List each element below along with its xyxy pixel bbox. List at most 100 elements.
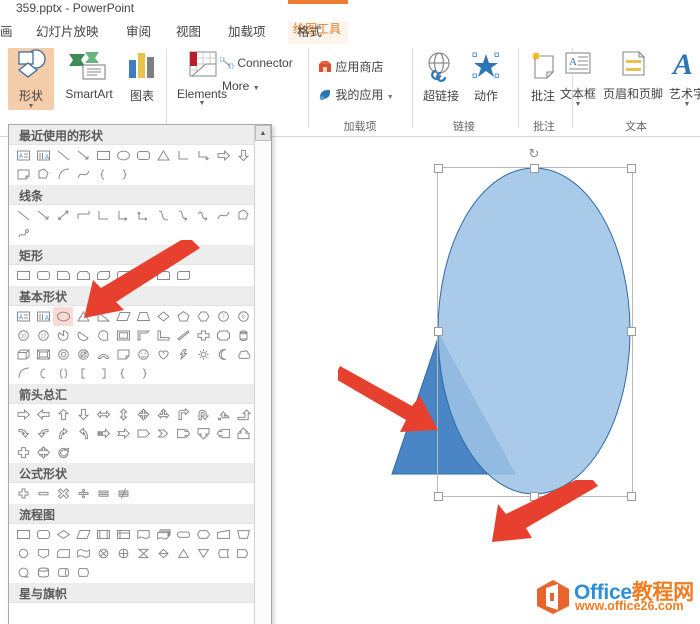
- scrollbar-track[interactable]: [255, 141, 271, 624]
- flowchart-sort-shape[interactable]: [153, 544, 173, 563]
- left-up-arrow-shape[interactable]: [213, 405, 233, 424]
- bevel-shape[interactable]: [33, 345, 53, 364]
- triangle-shape[interactable]: [153, 146, 173, 165]
- arc-shape[interactable]: [13, 364, 33, 383]
- textbox-shape[interactable]: A: [13, 307, 33, 326]
- shapes-button[interactable]: 形状 ▼: [8, 48, 54, 110]
- connector-shape[interactable]: [73, 206, 93, 225]
- flowchart-terminator-shape[interactable]: [173, 525, 193, 544]
- flowchart-punched-tape-shape[interactable]: [73, 544, 93, 563]
- cross-arrow-shape[interactable]: [13, 443, 33, 462]
- line-shape[interactable]: [13, 206, 33, 225]
- right-brace-shape[interactable]: [133, 364, 153, 383]
- quad-arrow-shape[interactable]: [133, 405, 153, 424]
- elbow-arrow-connector-shape[interactable]: [193, 146, 213, 165]
- up-arrow-shape[interactable]: [53, 405, 73, 424]
- flowchart-summing-junction-shape[interactable]: [93, 544, 113, 563]
- line-arrow-shape[interactable]: [73, 146, 93, 165]
- left-brace-shape[interactable]: [113, 364, 133, 383]
- curved-left-arrow-shape[interactable]: [33, 424, 53, 443]
- left-arrow-callout-shape[interactable]: [213, 424, 233, 443]
- chevron-down-icon[interactable]: ▼: [172, 100, 232, 107]
- line-double-arrow-shape[interactable]: [53, 206, 73, 225]
- vertical-textbox-shape[interactable]: A: [33, 146, 53, 165]
- plus-shape[interactable]: [13, 484, 33, 503]
- scroll-up-arrow-icon[interactable]: ▲: [255, 125, 271, 141]
- store-item[interactable]: 应用商店: [318, 58, 383, 75]
- scribble-shape[interactable]: [13, 225, 33, 244]
- tab-format[interactable]: 格式: [297, 21, 322, 40]
- myapps-item[interactable]: 我的应用 ▼: [318, 86, 394, 103]
- flowchart-manual-input-shape[interactable]: [213, 525, 233, 544]
- flowchart-document-shape[interactable]: [133, 525, 153, 544]
- u-turn-arrow-shape[interactable]: [193, 405, 213, 424]
- oval-shape[interactable]: [113, 146, 133, 165]
- multiply-shape[interactable]: [53, 484, 73, 503]
- lightning-bolt-shape[interactable]: [173, 345, 193, 364]
- flowchart-magnetic-disk-shape[interactable]: [33, 563, 53, 582]
- down-arrow-callout-shape[interactable]: [193, 424, 213, 443]
- smartart-button[interactable]: SmartArt: [58, 48, 120, 101]
- left-bracket2-shape[interactable]: [73, 364, 93, 383]
- division-shape[interactable]: [73, 484, 93, 503]
- chevron-down-icon[interactable]: ▼: [253, 85, 260, 92]
- flowchart-extract-shape[interactable]: [173, 544, 193, 563]
- elbow-arrow-shape[interactable]: [113, 206, 133, 225]
- striped-right-arrow-shape[interactable]: [93, 424, 113, 443]
- chevron-down-icon[interactable]: ▼: [8, 103, 54, 110]
- curved-right-arrow-shape[interactable]: [13, 424, 33, 443]
- freeform-shape[interactable]: [33, 165, 53, 184]
- selection-handle-top-center[interactable]: [530, 164, 539, 173]
- folded-corner-shape[interactable]: [13, 165, 33, 184]
- flowchart-card-shape[interactable]: [53, 544, 73, 563]
- flowchart-offpage-connector-shape[interactable]: [33, 544, 53, 563]
- right-arrow-shape[interactable]: [213, 146, 233, 165]
- cloud-shape[interactable]: [233, 345, 253, 364]
- curved-up-arrow-shape[interactable]: [53, 424, 73, 443]
- can-shape[interactable]: [233, 326, 253, 345]
- flowchart-delay-shape[interactable]: [233, 544, 253, 563]
- flowchart-sequential-access-shape[interactable]: [13, 563, 33, 582]
- left-brace-shape[interactable]: [93, 165, 113, 184]
- arc-shape[interactable]: [53, 165, 73, 184]
- down-arrow-shape[interactable]: [73, 405, 93, 424]
- minus-shape[interactable]: [33, 484, 53, 503]
- freeform-shape[interactable]: [233, 206, 253, 225]
- donut-shape[interactable]: [53, 345, 73, 364]
- chevron-down-icon[interactable]: ▼: [387, 94, 394, 101]
- flowchart-decision-shape[interactable]: [53, 525, 73, 544]
- right-bracket-shape[interactable]: [93, 364, 113, 383]
- textbox-button[interactable]: A 文本框 ▼: [556, 48, 600, 108]
- plaque-shape[interactable]: [213, 326, 233, 345]
- line-arrow-shape[interactable]: [33, 206, 53, 225]
- heptagon-shape[interactable]: 7: [213, 307, 233, 326]
- flowchart-preparation-shape[interactable]: [193, 525, 213, 544]
- flowchart-merge-shape[interactable]: [193, 544, 213, 563]
- curved-double-arrow-shape[interactable]: [193, 206, 213, 225]
- elbow-connector-shape[interactable]: [93, 206, 113, 225]
- flowchart-alternate-process-shape[interactable]: [33, 525, 53, 544]
- chart-button[interactable]: 图表: [122, 48, 162, 104]
- flowchart-multidocument-shape[interactable]: [153, 525, 173, 544]
- smiley-face-shape[interactable]: [133, 345, 153, 364]
- up-down-arrow-shape[interactable]: [113, 405, 133, 424]
- pentagon-arrow-shape[interactable]: [133, 424, 153, 443]
- curve-shape[interactable]: [73, 165, 93, 184]
- flowchart-data-shape[interactable]: [73, 525, 93, 544]
- rotate-handle[interactable]: ↻: [527, 147, 541, 161]
- flowchart-connector-shape[interactable]: [13, 544, 33, 563]
- curve-shape[interactable]: [213, 206, 233, 225]
- left-right-up-arrow-shape[interactable]: [153, 405, 173, 424]
- up-arrow-callout-shape[interactable]: [233, 424, 253, 443]
- flowchart-internal-storage-shape[interactable]: [113, 525, 133, 544]
- double-brace-shape[interactable]: [53, 364, 73, 383]
- flowchart-process-shape[interactable]: [13, 525, 33, 544]
- elbow-double-arrow-shape[interactable]: [133, 206, 153, 225]
- sun-shape[interactable]: [193, 345, 213, 364]
- selection-handle-bottom-left[interactable]: [434, 492, 443, 501]
- tab-slideshow[interactable]: 幻灯片放映: [36, 21, 99, 40]
- selection-handle-middle-left[interactable]: [434, 327, 443, 336]
- left-bracket-shape[interactable]: [33, 364, 53, 383]
- not-equal-shape[interactable]: [113, 484, 133, 503]
- folded-corner-shape[interactable]: [113, 345, 133, 364]
